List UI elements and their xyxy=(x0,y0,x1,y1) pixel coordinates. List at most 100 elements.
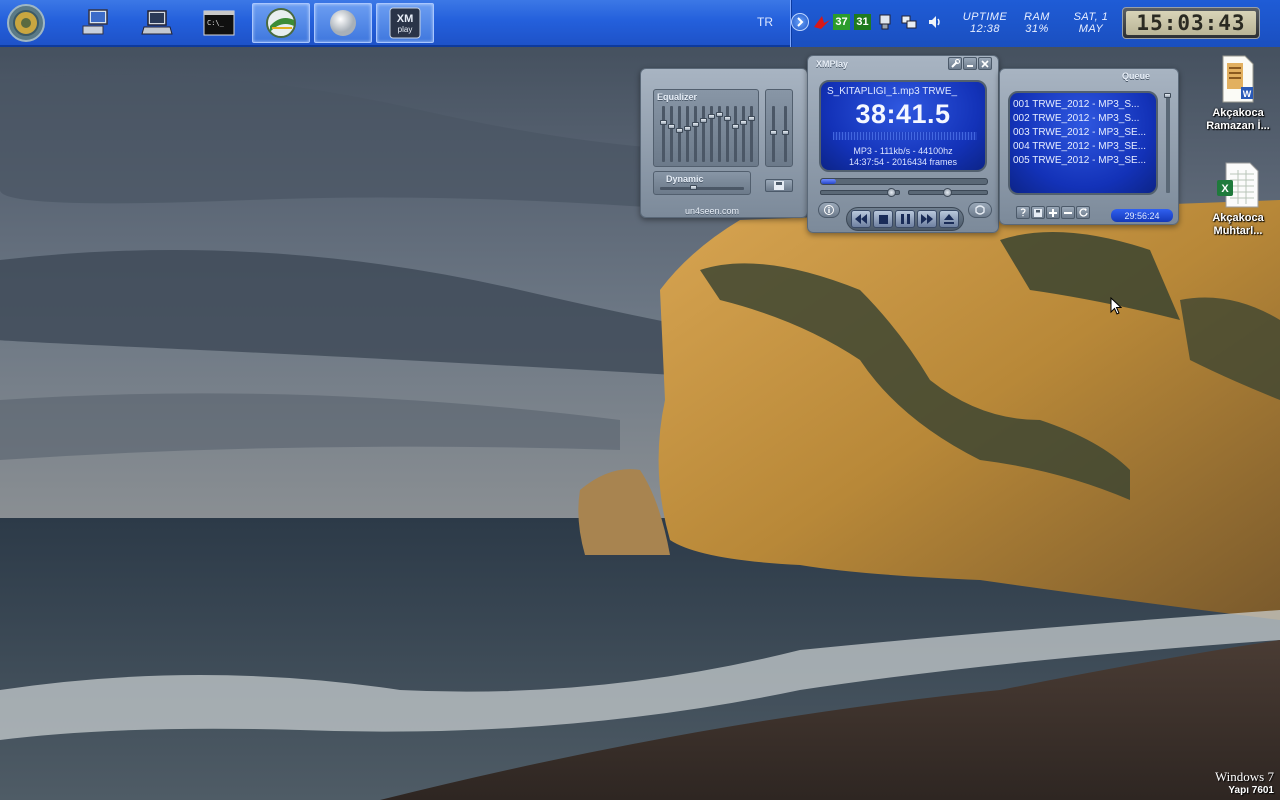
save-preset-button[interactable] xyxy=(765,179,793,192)
queue-item[interactable]: 005 TRWE_2012 - MP3_SE... xyxy=(1013,154,1153,168)
balance-slider[interactable] xyxy=(908,188,988,197)
eq-band-knob[interactable] xyxy=(724,116,731,121)
eq-band-knob[interactable] xyxy=(708,114,715,119)
eq-band-rail xyxy=(734,106,737,162)
svg-text:XM: XM xyxy=(397,13,414,25)
xmplay-task-button[interactable]: XM play xyxy=(376,3,434,43)
loop-button[interactable] xyxy=(968,202,992,218)
xmplay-title: XMPlay xyxy=(816,59,849,69)
eq-band-knob[interactable] xyxy=(700,118,707,123)
length-info: 14:37:54 - 2016434 frames xyxy=(848,157,958,167)
plus-icon xyxy=(1049,208,1057,217)
eq-band-knob[interactable] xyxy=(716,112,723,117)
eq-band-knob[interactable] xyxy=(668,124,675,129)
tray-counter-b[interactable]: 31 xyxy=(854,14,871,30)
dynamic-label: Dynamic xyxy=(666,174,704,184)
equalizer-label: Equalizer xyxy=(657,92,698,102)
minus-icon xyxy=(1064,211,1072,214)
queue-refresh-button[interactable] xyxy=(1076,206,1090,219)
rewind-icon xyxy=(855,214,867,224)
wrench-icon xyxy=(950,59,960,68)
eq-band-knob[interactable] xyxy=(740,120,747,125)
visualization-bar xyxy=(833,132,977,140)
fast-forward-icon xyxy=(921,214,933,224)
stop-button[interactable] xyxy=(873,210,893,228)
watermark-build: Yapı 7601 xyxy=(1228,785,1274,796)
pause-icon xyxy=(900,214,910,224)
eq-band-rail xyxy=(742,106,745,162)
queue-scroll-thumb[interactable] xyxy=(1164,93,1171,98)
eq-band-knob[interactable] xyxy=(684,126,691,131)
computer-icon xyxy=(82,9,108,35)
preamp-knob-right[interactable] xyxy=(782,130,789,135)
date-line-2: MAY xyxy=(1078,23,1104,35)
svg-text:W: W xyxy=(1243,89,1252,99)
tray-app-icon[interactable] xyxy=(813,14,831,30)
uptime-readout: UPTIME 12:38 xyxy=(959,11,1011,35)
browser-task-button[interactable] xyxy=(252,3,310,43)
xmplay-equalizer-panel: Equalizer Dynamic un4seen.com xyxy=(640,68,808,218)
queue-item[interactable]: 004 TRWE_2012 - MP3_SE... xyxy=(1013,140,1153,154)
language-indicator[interactable]: TR xyxy=(757,15,773,29)
seek-bar[interactable] xyxy=(820,178,988,185)
volume-icon[interactable] xyxy=(927,14,943,30)
queue-item[interactable]: 002 TRWE_2012 - MP3_S... xyxy=(1013,112,1153,126)
tray-counter-a[interactable]: 37 xyxy=(833,14,850,30)
watermark-os: Windows 7 xyxy=(1214,769,1274,784)
elapsed-time[interactable]: 38:41.5 xyxy=(821,99,985,130)
excel-document-icon: X xyxy=(1217,162,1259,208)
date-line-1: SAT, 1 xyxy=(1073,11,1109,23)
show-hidden-icons-button[interactable] xyxy=(791,13,809,31)
pause-button[interactable] xyxy=(895,210,915,228)
queue-scrollbar[interactable] xyxy=(1166,95,1170,193)
volume-knob[interactable] xyxy=(887,188,896,197)
options-button[interactable] xyxy=(948,57,962,70)
xmplay-queue-panel: Queue 001 TRWE_2012 - MP3_S... 002 TRWE_… xyxy=(999,68,1179,225)
queue-remove-button[interactable] xyxy=(1061,206,1075,219)
eject-button[interactable] xyxy=(939,210,959,228)
eq-band-rail xyxy=(662,106,665,162)
previous-button[interactable] xyxy=(851,210,871,228)
laptop-icon xyxy=(141,10,173,35)
command-prompt-button[interactable]: C:\_ xyxy=(190,3,248,43)
desktop-icon-excel-doc[interactable]: X Akçakoca Muhtarl... xyxy=(1200,162,1276,238)
eject-icon xyxy=(944,214,954,224)
queue-save-button[interactable] xyxy=(1031,206,1045,219)
preamp-knob-left[interactable] xyxy=(770,130,777,135)
volume-slider[interactable] xyxy=(820,188,900,197)
dynamic-well: Dynamic xyxy=(653,171,751,195)
queue-item[interactable]: 001 TRWE_2012 - MP3_S... xyxy=(1013,98,1153,112)
queue-add-button[interactable] xyxy=(1046,206,1060,219)
uptime-value: 12:38 xyxy=(969,23,1001,35)
desktop-icon-word-doc[interactable]: W Akçakoca Ramazan İ... xyxy=(1200,55,1276,133)
date-readout[interactable]: SAT, 1 MAY xyxy=(1065,11,1117,35)
eq-band-knob[interactable] xyxy=(748,116,755,121)
svg-text:C:\_: C:\_ xyxy=(207,19,225,27)
orb-task-button[interactable] xyxy=(314,3,372,43)
usb-device-icon[interactable] xyxy=(877,14,893,30)
eq-band-rail xyxy=(670,106,673,162)
stop-icon xyxy=(878,214,888,224)
info-button[interactable] xyxy=(818,202,840,218)
queue-item[interactable]: 003 TRWE_2012 - MP3_SE... xyxy=(1013,126,1153,140)
eq-band-knob[interactable] xyxy=(732,124,739,129)
next-button[interactable] xyxy=(917,210,937,228)
format-info: MP3 - 111kb/s - 44100hz xyxy=(853,146,953,156)
svg-text:play: play xyxy=(398,25,413,34)
balance-knob[interactable] xyxy=(943,188,952,197)
computer-shortcut-button[interactable] xyxy=(66,3,124,43)
network-icon[interactable] xyxy=(901,14,917,30)
close-button[interactable] xyxy=(978,57,992,70)
terminal-icon: C:\_ xyxy=(203,10,235,36)
brand-label[interactable]: un4seen.com xyxy=(685,206,739,216)
laptop-shortcut-button[interactable] xyxy=(128,3,186,43)
equalizer-well: Equalizer xyxy=(653,89,759,167)
eq-band-knob[interactable] xyxy=(692,122,699,127)
minimize-button[interactable] xyxy=(963,57,977,70)
start-orb-button[interactable] xyxy=(6,3,46,43)
dynamic-knob[interactable] xyxy=(690,185,697,190)
eq-band-knob[interactable] xyxy=(660,120,667,125)
eq-band-knob[interactable] xyxy=(676,128,683,133)
queue-help-button[interactable] xyxy=(1016,206,1030,219)
clock-widget[interactable]: 15:03:43 xyxy=(1122,7,1260,39)
